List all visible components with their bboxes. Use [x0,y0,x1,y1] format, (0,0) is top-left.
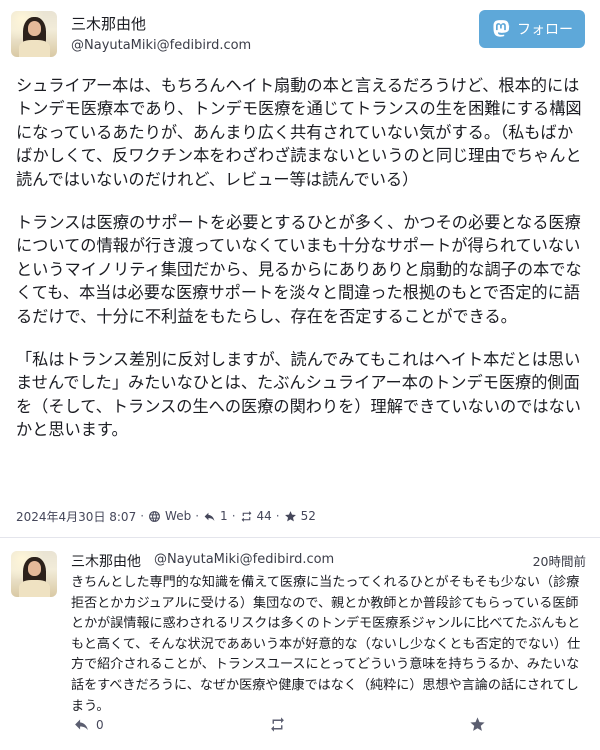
divider [0,537,600,538]
follow-button[interactable]: フォロー [479,10,585,48]
post-paragraph: 「私はトランス差別に反対しますが、読んでみてもこれはヘイト本だとは思いませんでし… [16,350,581,440]
meta-separator: · [275,509,280,523]
reply-relative-time[interactable]: 20時間前 [533,551,586,570]
post-timestamp[interactable]: 2024年4月30日 8:07 [16,508,136,525]
reply-button[interactable]: 0 [73,716,104,733]
reply-content: きちんとした専門的な知識を備えて医療に当たってくれるひとがそもそも少ない（診療拒… [71,575,581,714]
boost-button[interactable] [269,716,286,733]
mastodon-icon [493,20,510,37]
meta-separator: · [195,509,200,523]
reply-actions: 0 [71,716,491,740]
meta-separator: · [140,509,145,523]
globe-icon [149,510,160,522]
reply-icon [75,719,88,731]
reply-account-handle: @NayutaMiki@fedibird.com [154,552,335,567]
post-paragraph: シュライアー本は、もちろんヘイト扇動の本と言えるだろうけど、根本的にはトンデモ医… [16,76,582,189]
post-content: シュライアー本は、もちろんヘイト扇動の本と言えるだろうけど、根本的にはトンデモ医… [16,74,588,462]
display-name[interactable]: 三木那由他 [71,13,146,34]
reply-display-name[interactable]: 三木那由他 [71,551,141,571]
main-post: 三木那由他 @NayutaMiki@fedibird.com フォロー シュライ… [0,0,600,536]
reply-count: 1 [220,509,228,523]
avatar[interactable] [11,551,57,597]
star-icon [470,717,485,731]
star-icon[interactable] [284,510,297,523]
post-meta: 2024年4月30日 8:07 · Web · 1 · 44 · 52 [16,506,316,526]
boost-icon [271,717,284,732]
visibility-label: Web [165,509,192,523]
follow-label: フォロー [517,22,573,38]
avatar[interactable] [11,11,57,57]
meta-separator: · [231,509,236,523]
boost-icon[interactable] [240,510,253,523]
account-handle: @NayutaMiki@fedibird.com [71,38,252,53]
favourite-count: 52 [300,509,316,523]
reply-icon[interactable] [203,510,216,523]
reply-count: 0 [96,717,104,732]
boost-count: 44 [256,509,272,523]
favourite-button[interactable] [469,716,486,733]
post-paragraph: トランスは医療のサポートを必要とするひとが多く、かつその必要となる医療についての… [16,213,582,326]
